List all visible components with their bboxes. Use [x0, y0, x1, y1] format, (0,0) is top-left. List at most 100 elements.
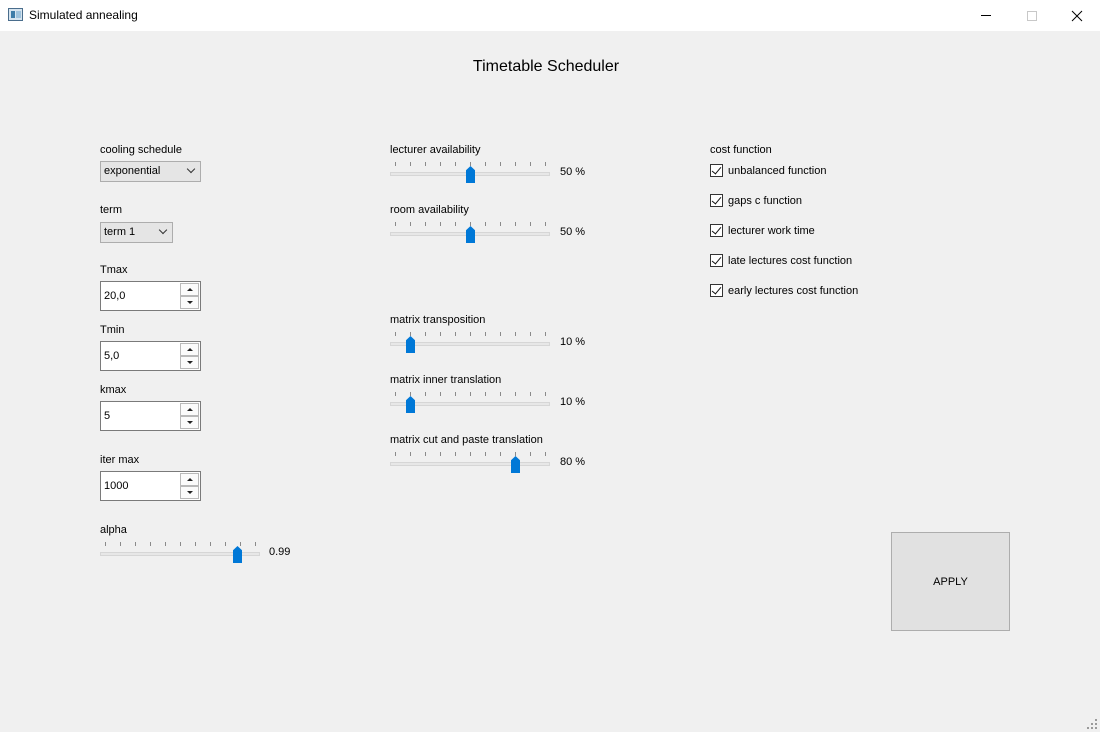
lecturer-availability-label: lecturer availability — [390, 144, 481, 156]
slider-tick — [440, 452, 441, 456]
slider-tick — [410, 392, 411, 396]
slider-tick — [425, 392, 426, 396]
term-label: term — [100, 204, 122, 216]
slider-tick — [485, 332, 486, 336]
checkbox-checked-icon[interactable] — [710, 194, 723, 207]
term-combo[interactable]: term 1 — [100, 222, 173, 243]
checkbox-checked-icon[interactable] — [710, 284, 723, 297]
kmax-value[interactable]: 5 — [104, 410, 110, 422]
slider-tick — [485, 452, 486, 456]
slider-tick — [470, 332, 471, 336]
slider-tick — [455, 222, 456, 226]
slider-tick — [105, 542, 106, 546]
slider-thumb[interactable] — [466, 166, 475, 183]
slider-tick — [180, 542, 181, 546]
room-availability-slider[interactable] — [390, 220, 550, 244]
app-icon — [8, 8, 23, 21]
matrix-transposition-label: matrix transposition — [390, 314, 486, 326]
title-bar: Simulated annealing — [0, 0, 1100, 31]
spin-up-arrow-icon[interactable] — [180, 343, 199, 356]
kmax-spinbox[interactable]: 5 — [100, 401, 201, 431]
slider-tick — [530, 452, 531, 456]
matrix-cut-paste-value: 80 % — [560, 456, 586, 468]
slider-tick — [425, 222, 426, 226]
close-button[interactable] — [1054, 0, 1100, 31]
slider-tick — [255, 542, 256, 546]
slider-tick — [410, 162, 411, 166]
slider-tick — [530, 222, 531, 226]
room-availability-label: room availability — [390, 204, 469, 216]
slider-tick — [395, 332, 396, 336]
slider-tick — [500, 222, 501, 226]
slider-tick — [530, 392, 531, 396]
spin-up-arrow-icon[interactable] — [180, 473, 199, 486]
checkbox-checked-icon[interactable] — [710, 224, 723, 237]
slider-tick — [440, 222, 441, 226]
matrix-inner-translation-label: matrix inner translation — [390, 374, 502, 386]
slider-tick — [395, 452, 396, 456]
slider-tick — [530, 332, 531, 336]
resize-grip-icon[interactable] — [1087, 719, 1097, 729]
checkbox-label: late lectures cost function — [728, 255, 853, 267]
slider-thumb[interactable] — [406, 396, 415, 413]
iter-max-spinbox[interactable]: 1000 — [100, 471, 201, 501]
spin-down-arrow-icon[interactable] — [180, 416, 199, 429]
spin-down-arrow-icon[interactable] — [180, 486, 199, 499]
slider-tick — [195, 542, 196, 546]
slider-tick — [530, 162, 531, 166]
minimize-button[interactable] — [963, 0, 1009, 31]
slider-tick — [440, 332, 441, 336]
spin-down-arrow-icon[interactable] — [180, 356, 199, 369]
spin-up-arrow-icon[interactable] — [180, 283, 199, 296]
slider-thumb[interactable] — [406, 336, 415, 353]
slider-track[interactable] — [390, 462, 550, 466]
cooling-schedule-combo[interactable]: exponential — [100, 161, 201, 182]
slider-thumb[interactable] — [511, 456, 520, 473]
cooling-schedule-value: exponential — [104, 165, 161, 177]
spin-down-arrow-icon[interactable] — [180, 296, 199, 309]
slider-thumb[interactable] — [466, 226, 475, 243]
matrix-cut-paste-label: matrix cut and paste translation — [390, 434, 543, 446]
slider-tick — [225, 542, 226, 546]
checkbox-label: lecturer work time — [728, 225, 815, 237]
alpha-slider[interactable] — [100, 540, 260, 564]
matrix-cut-paste-slider[interactable] — [390, 450, 550, 474]
slider-tick — [410, 332, 411, 336]
slider-tick — [150, 542, 151, 546]
maximize-icon — [1027, 10, 1037, 21]
matrix-transposition-value: 10 % — [560, 336, 586, 348]
spin-up-arrow-icon[interactable] — [180, 403, 199, 416]
slider-tick — [515, 392, 516, 396]
tmin-label: Tmin — [100, 324, 125, 336]
slider-tick — [500, 452, 501, 456]
slider-tick — [485, 222, 486, 226]
matrix-transposition-slider[interactable] — [390, 330, 550, 354]
tmin-spinbox[interactable]: 5,0 — [100, 341, 201, 371]
slider-tick — [210, 542, 211, 546]
slider-tick — [410, 222, 411, 226]
slider-tick — [455, 392, 456, 396]
lecturer-availability-value: 50 % — [560, 166, 586, 178]
slider-tick — [410, 452, 411, 456]
checkbox-checked-icon[interactable] — [710, 254, 723, 267]
matrix-inner-translation-slider[interactable] — [390, 390, 550, 414]
tmin-value[interactable]: 5,0 — [104, 350, 119, 362]
tmax-spinbox[interactable]: 20,0 — [100, 281, 201, 311]
cost-function-label: cost function — [710, 144, 772, 156]
slider-tick — [120, 542, 121, 546]
lecturer-availability-slider[interactable] — [390, 160, 550, 184]
iter-max-value[interactable]: 1000 — [104, 480, 128, 492]
slider-thumb[interactable] — [233, 546, 242, 563]
slider-tick — [135, 542, 136, 546]
apply-button[interactable]: APPLY — [891, 532, 1010, 631]
maximize-button[interactable] — [1009, 0, 1055, 31]
slider-tick — [500, 162, 501, 166]
slider-tick — [440, 392, 441, 396]
slider-tick — [545, 222, 546, 226]
slider-tick — [545, 162, 546, 166]
checkbox-checked-icon[interactable] — [710, 164, 723, 177]
slider-tick — [425, 162, 426, 166]
slider-tick — [240, 542, 241, 546]
slider-tick — [455, 332, 456, 336]
tmax-value[interactable]: 20,0 — [104, 290, 125, 302]
